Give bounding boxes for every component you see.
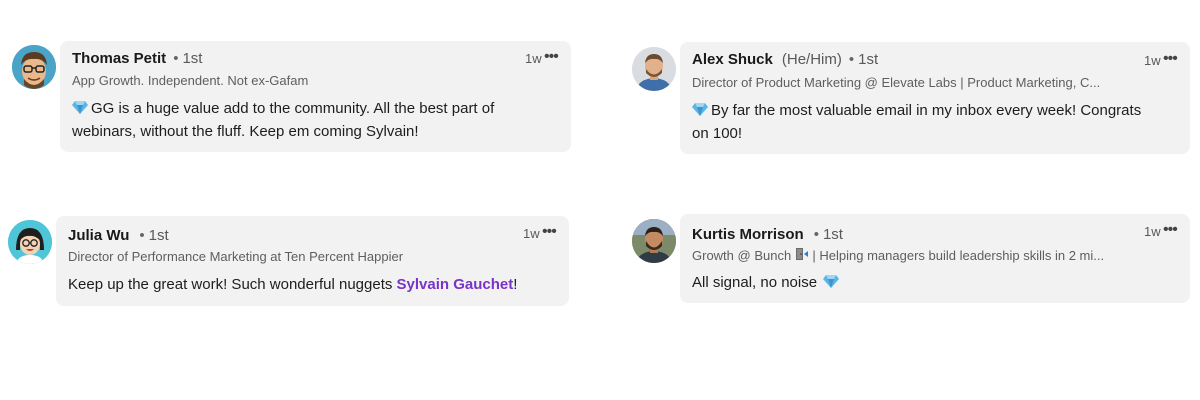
author-name[interactable]: Alex Shuck	[692, 51, 773, 68]
gem-emoji-icon	[823, 274, 840, 288]
avatar[interactable]	[12, 45, 56, 89]
timestamp: 1w	[525, 51, 542, 66]
connection-degree: 1st	[822, 226, 843, 243]
comment-text: All signal, no noise	[692, 271, 1162, 294]
comment-text: Keep up the great work! Such wonderful n…	[68, 276, 518, 293]
mention-link[interactable]: Sylvain Gauchet	[397, 276, 514, 293]
comment-text: GG is a huge value add to the community.…	[72, 100, 495, 140]
separator-dot: •	[173, 50, 179, 67]
more-options-button[interactable]: •••	[544, 48, 559, 66]
more-options-button[interactable]: •••	[1163, 221, 1178, 239]
author-headline: Director of Performance Marketing at Ten…	[68, 249, 404, 264]
connection-degree: 1st	[148, 227, 169, 244]
author-name[interactable]: Thomas Petit	[72, 50, 166, 67]
author-pronouns: (He/Him)	[781, 51, 842, 68]
more-options-button[interactable]: •••	[542, 223, 557, 241]
illustrated-avatar-icon	[8, 220, 52, 264]
separator-dot: •	[848, 51, 855, 68]
author-headline: Growth @ Bunch | Helping managers build …	[692, 247, 1105, 263]
comment-bubble: Alex Shuck (He/Him) • 1st Director of Pr…	[680, 42, 1190, 154]
comment-bubble: Julia Wu • 1st Director of Performance M…	[56, 216, 569, 306]
timestamp: 1w	[1144, 53, 1161, 68]
timestamp: 1w	[523, 226, 540, 241]
author-headline: App Growth. Independent. Not ex-Gafam	[72, 73, 309, 88]
timestamp: 1w	[1144, 224, 1161, 239]
photo-avatar-icon	[632, 47, 676, 91]
gem-emoji-icon	[72, 100, 88, 114]
author-name[interactable]: Julia Wu	[68, 227, 129, 244]
avatar[interactable]	[632, 47, 676, 91]
gem-emoji-icon	[692, 102, 708, 116]
author-headline: Director of Product Marketing @ Elevate …	[692, 75, 1101, 90]
comment-bubble: Thomas Petit • 1st App Growth. Independe…	[60, 41, 571, 152]
separator-dot: •	[139, 227, 145, 244]
separator-dot: •	[813, 226, 819, 243]
author-name[interactable]: Kurtis Morrison	[692, 226, 804, 243]
photo-avatar-icon	[632, 219, 676, 263]
comment-text: By far the most valuable email in my inb…	[692, 102, 1142, 142]
connection-degree: 1st	[858, 51, 879, 68]
avatar[interactable]	[8, 220, 52, 264]
avatar[interactable]	[632, 219, 676, 263]
comment-bubble: Kurtis Morrison • 1st Growth @ Bunch | H…	[680, 214, 1190, 303]
cartoon-avatar-icon	[12, 45, 56, 89]
more-options-button[interactable]: •••	[1163, 50, 1178, 68]
door-emoji-icon	[795, 247, 809, 261]
connection-degree: 1st	[182, 50, 203, 67]
